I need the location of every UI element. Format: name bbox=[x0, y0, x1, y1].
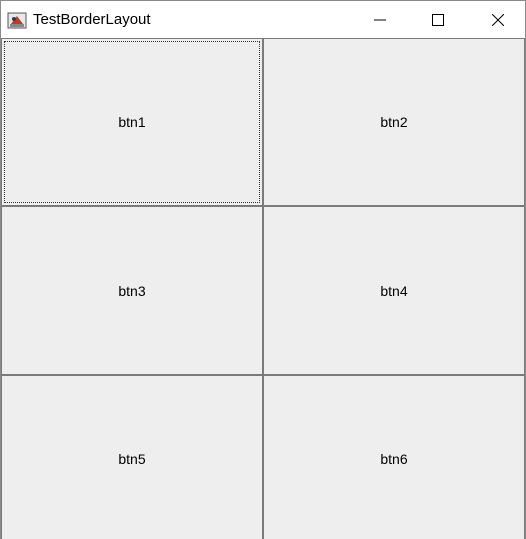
window-title: TestBorderLayout bbox=[33, 11, 151, 28]
btn4-button[interactable]: btn4 bbox=[263, 206, 525, 375]
minimize-button[interactable] bbox=[357, 1, 403, 38]
btn5-label: btn5 bbox=[118, 450, 146, 467]
btn1-label: btn1 bbox=[118, 114, 146, 130]
btn2-label: btn2 bbox=[380, 114, 408, 130]
close-icon bbox=[492, 13, 504, 26]
btn3-button[interactable]: btn3 bbox=[1, 206, 263, 375]
minimize-icon bbox=[374, 19, 386, 20]
maximize-button[interactable] bbox=[415, 1, 461, 38]
btn6-label: btn6 bbox=[380, 450, 408, 467]
btn5-button[interactable]: btn5 bbox=[1, 375, 263, 539]
maximize-icon bbox=[432, 13, 444, 26]
title-bar[interactable]: TestBorderLayout bbox=[1, 1, 525, 38]
close-button[interactable] bbox=[475, 1, 521, 38]
app-window: TestBorderLayout btn1 btn2 btn3 btn4 btn… bbox=[0, 0, 526, 539]
btn2-button[interactable]: btn2 bbox=[263, 38, 525, 206]
java-cup-icon[interactable] bbox=[7, 10, 27, 30]
btn4-label: btn4 bbox=[380, 282, 408, 299]
btn1-button[interactable]: btn1 bbox=[1, 38, 263, 206]
btn6-button[interactable]: btn6 bbox=[263, 375, 525, 539]
grid-content-pane: btn1 btn2 btn3 btn4 btn5 btn6 bbox=[1, 38, 525, 539]
btn3-label: btn3 bbox=[118, 282, 146, 299]
